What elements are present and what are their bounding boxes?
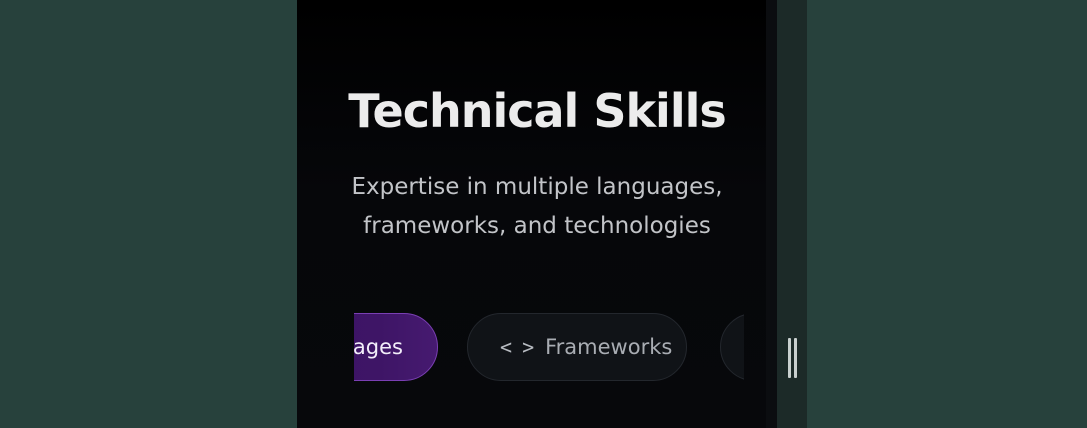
section-title: Technical Skills [348,84,727,138]
tab-frameworks[interactable]: < > Frameworks [467,313,687,381]
tab-languages[interactable]: uages [354,313,438,381]
tab-frameworks-label: Frameworks [545,335,673,359]
resize-handle[interactable] [788,338,797,378]
handle-bar [788,338,791,378]
app-viewport: Technical Skills Expertise in multiple l… [297,0,777,428]
subtitle-line-1: Expertise in multiple languages, [351,174,723,200]
skill-category-tabs[interactable]: uages < > Frameworks [354,311,744,385]
subtitle-line-2: frameworks, and technologies [363,213,711,239]
section-subtitle: Expertise in multiple languages, framewo… [337,168,737,246]
code-icon: < > [500,335,534,359]
viewport-edge [766,0,777,428]
tab-next[interactable] [720,313,744,381]
tab-languages-label: uages [354,335,403,359]
handle-bar [794,338,797,378]
